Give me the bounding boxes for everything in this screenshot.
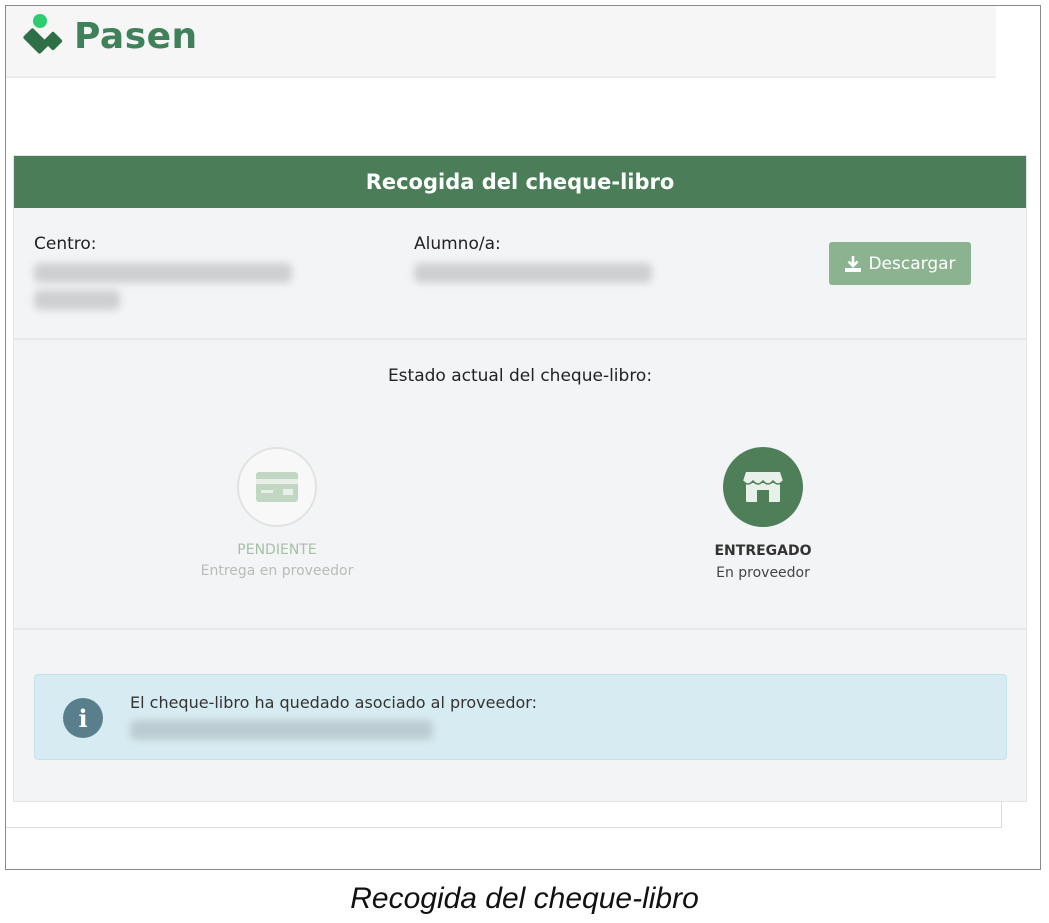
- alert-message: El cheque-libro ha quedado asociado al p…: [130, 693, 537, 712]
- delivered-status-label: ENTREGADO: [714, 543, 812, 559]
- bottom-edge: [6, 802, 1002, 828]
- pending-status-sub: Entrega en proveedor: [200, 563, 354, 579]
- download-icon: [845, 255, 862, 272]
- pasen-logo[interactable]: Pasen: [18, 12, 218, 68]
- download-label: Descargar: [868, 253, 956, 274]
- card-icon: [256, 472, 298, 502]
- status-section: Estado actual del cheque-libro: PENDIENT…: [14, 338, 1026, 630]
- brand-name: Pasen: [74, 16, 198, 57]
- provider-value-redacted: [130, 720, 433, 740]
- panel-header: Recogida del cheque-libro: [14, 156, 1026, 208]
- delivered-status-sub: En proveedor: [716, 565, 810, 581]
- centro-value-redacted-2: [34, 290, 120, 310]
- cheque-libro-panel: Recogida del cheque-libro Centro: Alumno…: [13, 155, 1027, 802]
- pending-status-circle: [237, 447, 317, 527]
- info-icon: i: [63, 698, 103, 738]
- delivered-status-circle: [723, 447, 803, 527]
- download-button[interactable]: Descargar: [829, 242, 971, 285]
- student-info-section: Centro: Alumno/a: Descargar: [14, 208, 1026, 340]
- figure-caption: Recogida del cheque-libro: [350, 882, 699, 915]
- centro-label: Centro:: [34, 234, 97, 254]
- alumno-label: Alumno/a:: [414, 234, 501, 254]
- store-icon: [742, 472, 784, 502]
- alumno-value-redacted: [414, 263, 652, 283]
- pending-status-label: PENDIENTE: [237, 542, 317, 558]
- app-window: Pasen Recogida del cheque-libro Centro: …: [5, 5, 1041, 870]
- centro-value-redacted: [34, 263, 292, 283]
- top-bar: Pasen: [6, 6, 996, 78]
- status-title: Estado actual del cheque-libro:: [387, 366, 653, 386]
- pasen-logo-icon: [23, 14, 63, 54]
- provider-info-alert: i El cheque-libro ha quedado asociado al…: [34, 674, 1007, 760]
